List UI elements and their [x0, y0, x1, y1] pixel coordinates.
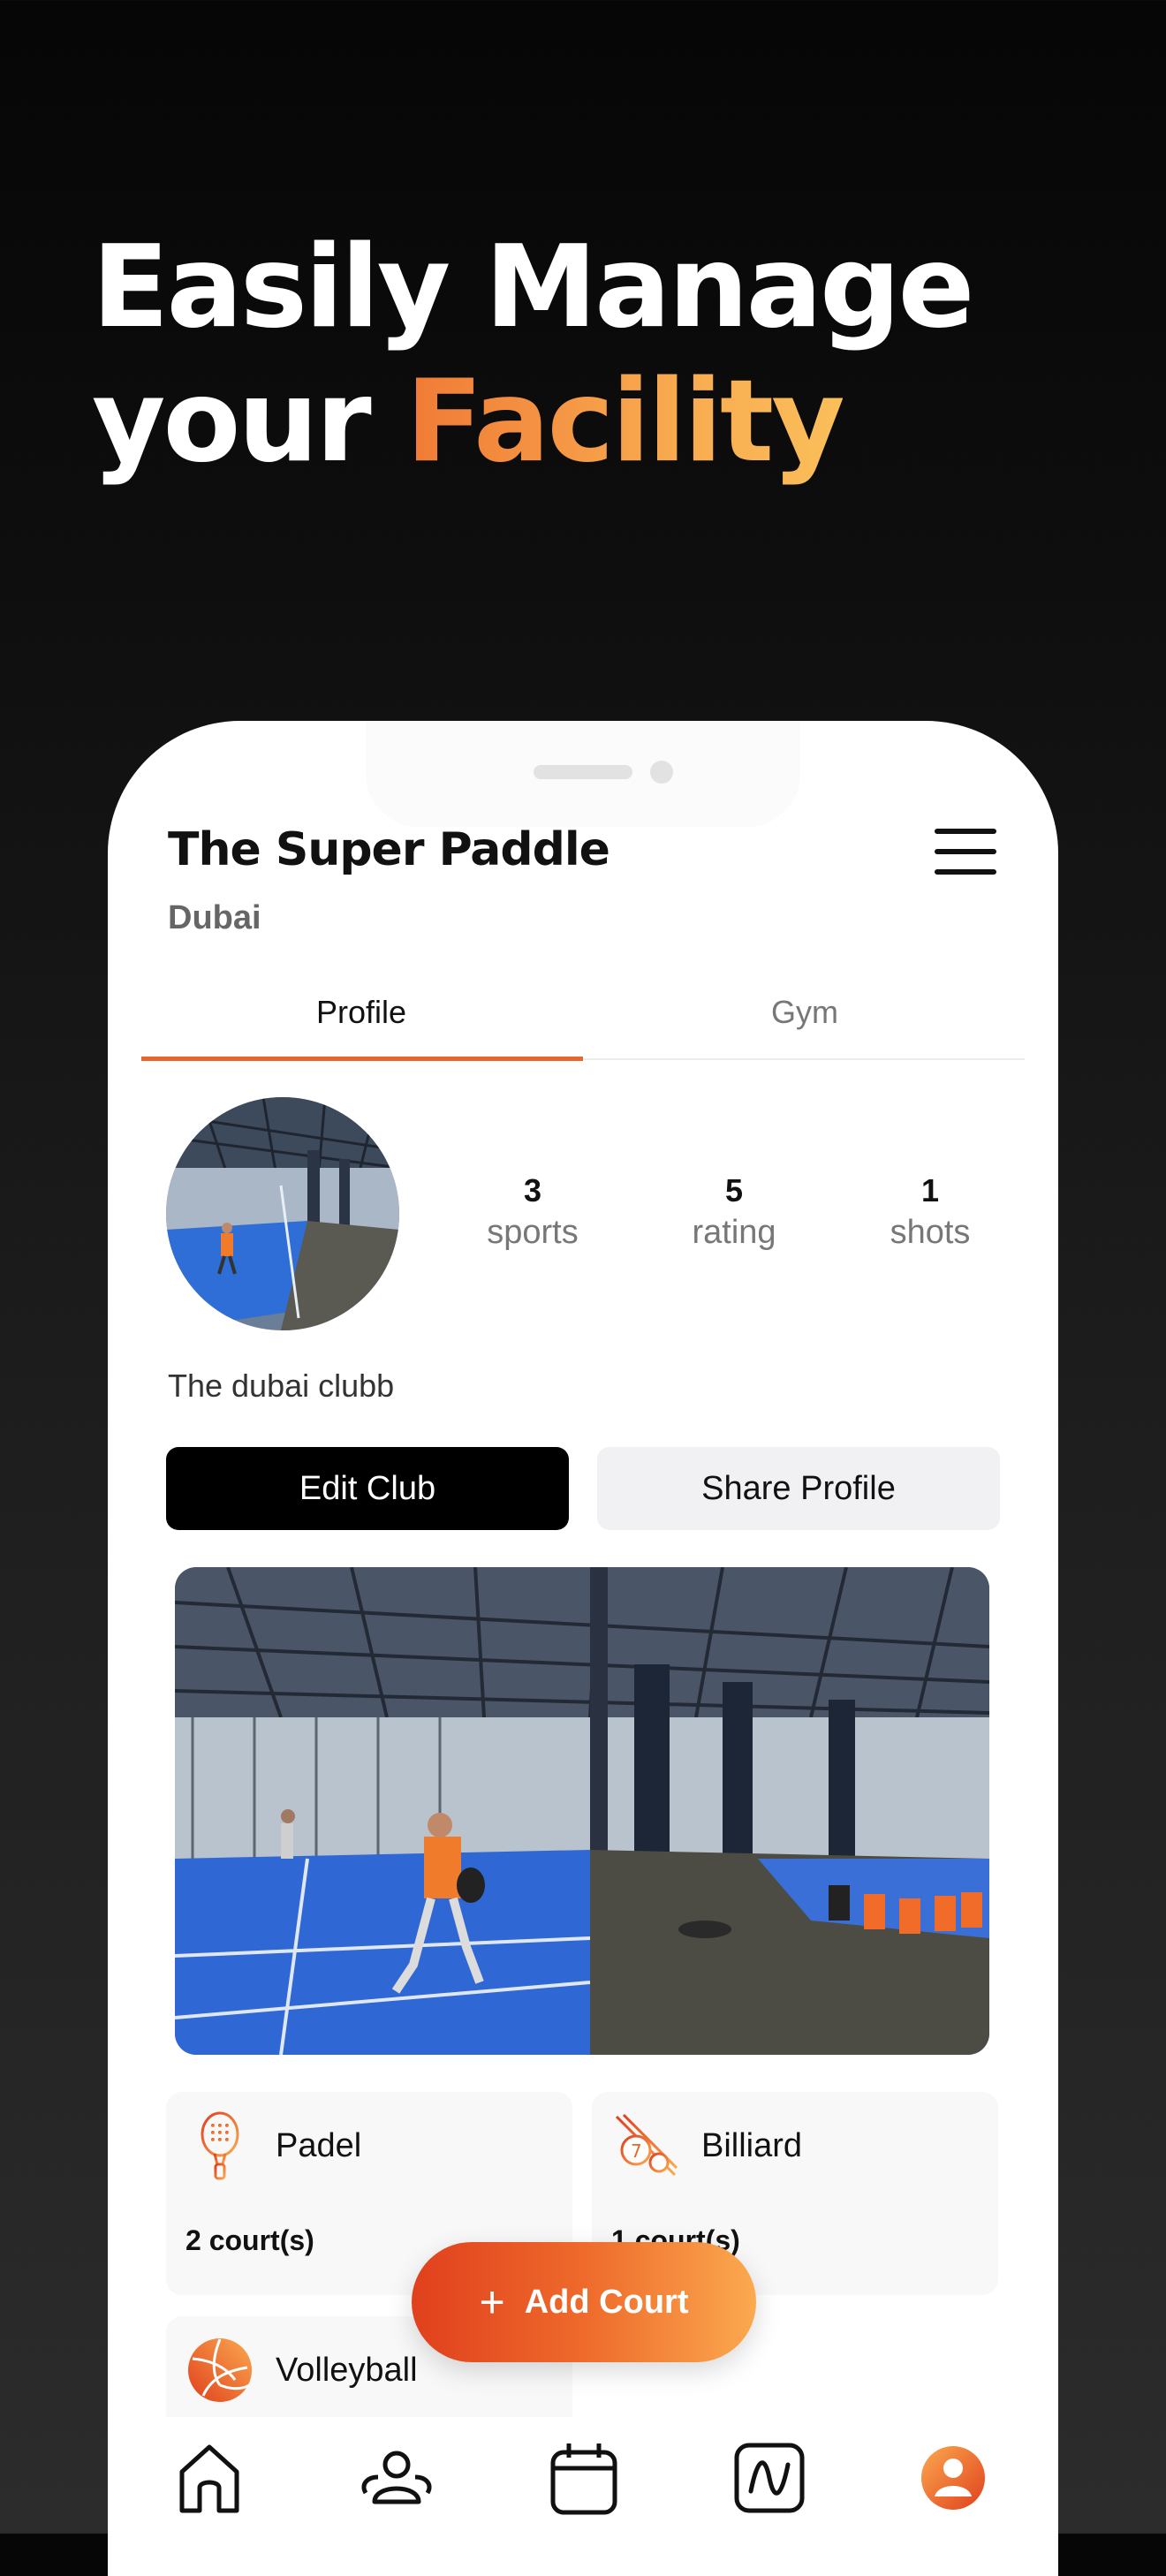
home-icon[interactable] — [170, 2438, 249, 2518]
stat-value: 1 — [920, 1172, 940, 1208]
sport-name: Volleyball — [276, 2352, 418, 2389]
sport-court-count: 2 court(s) — [186, 2224, 314, 2256]
stat-sports: 3 sports — [449, 1171, 617, 1254]
stat-value: 3 — [523, 1172, 542, 1208]
club-name: The Super Paddle — [168, 823, 610, 876]
headline-accent: Facility — [405, 356, 844, 488]
stat-label: shots — [890, 1214, 971, 1251]
community-icon[interactable] — [357, 2438, 436, 2518]
headline-prefix: your — [92, 356, 406, 488]
billiard-icon: 7 — [615, 2113, 678, 2177]
stat-shots: 1 shots — [846, 1171, 1014, 1254]
phone-speaker — [534, 765, 632, 779]
tab-gym[interactable]: Gym — [585, 966, 1025, 1058]
headline: Easily Manage your Facility — [92, 221, 974, 489]
headline-line-2: your Facility — [92, 355, 972, 489]
activity-icon[interactable] — [730, 2438, 809, 2518]
padel-racket-icon — [201, 2111, 239, 2180]
sport-name: Billiard — [701, 2127, 803, 2164]
add-court-button[interactable]: + Add Court — [412, 2242, 756, 2362]
tab-profile[interactable]: Profile — [141, 966, 581, 1058]
stat-label: sports — [487, 1214, 579, 1251]
active-tab-indicator — [141, 1057, 583, 1061]
calendar-icon[interactable] — [544, 2438, 624, 2518]
stat-rating: 5 rating — [650, 1171, 818, 1254]
stat-value: 5 — [724, 1172, 744, 1208]
club-avatar[interactable] — [166, 1097, 399, 1330]
hamburger-menu-icon[interactable] — [935, 827, 998, 876]
sport-name: Padel — [276, 2127, 362, 2164]
phone-frame: The Super Paddle Dubai Profile Gym 3 spo… — [108, 721, 1058, 2576]
add-court-label: Add Court — [524, 2283, 689, 2321]
bottom-nav — [108, 2417, 1058, 2576]
tab-bar: Profile Gym — [141, 966, 1025, 1061]
plus-icon: + — [479, 2277, 505, 2327]
club-cover-photo — [175, 1567, 989, 2055]
profile-icon[interactable] — [913, 2438, 993, 2518]
stat-label: rating — [692, 1214, 776, 1251]
club-bio: The dubai clubb — [168, 1368, 395, 1404]
headline-line-1: Easily Manage — [92, 222, 974, 353]
club-city: Dubai — [168, 899, 261, 936]
edit-club-button[interactable]: Edit Club — [166, 1447, 569, 1530]
phone-camera — [650, 761, 673, 784]
volleyball-icon — [188, 2338, 252, 2402]
share-profile-button[interactable]: Share Profile — [597, 1447, 1000, 1530]
svg-text:7: 7 — [631, 2140, 642, 2162]
